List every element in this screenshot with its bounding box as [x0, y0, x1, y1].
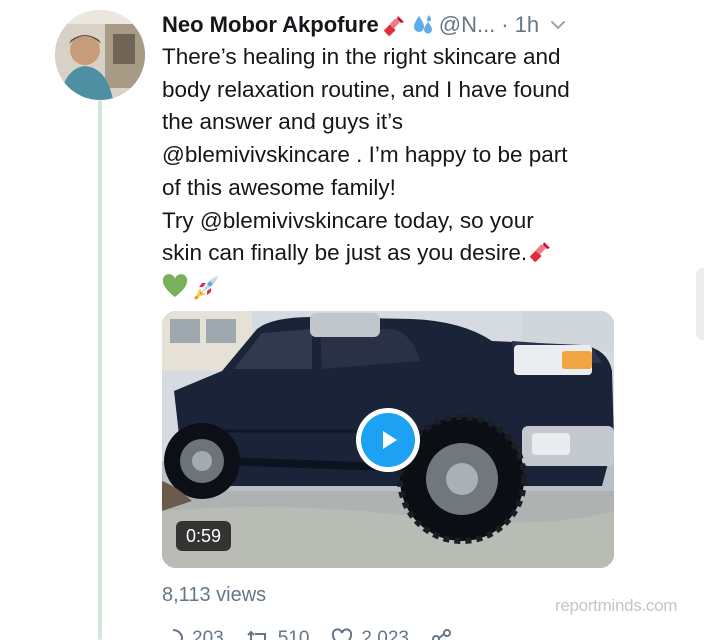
chevron-down-icon[interactable] [549, 16, 567, 34]
lipstick-icon [529, 239, 553, 263]
reply-icon [172, 629, 183, 640]
video-duration: 0:59 [176, 521, 232, 551]
sweat-droplets-icon [411, 13, 435, 37]
tweet-text-line: @blemivivskincare . I’m happy to be part [162, 142, 568, 168]
avatar[interactable] [55, 10, 145, 100]
tweet-text-line: body relaxation routine, and I have foun… [162, 76, 570, 102]
play-button[interactable] [356, 408, 420, 472]
heart-icon [332, 628, 353, 640]
retweet-icon [246, 630, 266, 640]
watermark: reportminds.com [555, 596, 678, 615]
tweet-text-line: the answer and guys it’s [162, 109, 403, 135]
rocket-icon [194, 276, 218, 300]
reply-button[interactable]: 203 [162, 628, 224, 640]
scroll-handle[interactable] [696, 268, 704, 340]
user-handle[interactable]: @N... [439, 12, 496, 38]
view-count: 8,113 views [162, 584, 267, 606]
green-heart-icon [162, 274, 188, 297]
emoji-row [162, 274, 220, 302]
thread-line [98, 100, 102, 640]
tweet-text-line: There’s healing in the right skincare an… [162, 44, 561, 69]
action-bar: 203 510 2,023 [162, 624, 483, 640]
share-button[interactable] [431, 628, 461, 640]
tweet-text-line: Try @blemivivskincare today, so your [162, 207, 534, 233]
timestamp[interactable]: 1h [515, 12, 539, 38]
like-count: 2,023 [361, 628, 409, 640]
lipstick-icon [383, 13, 407, 37]
play-icon [361, 413, 415, 467]
retweet-count: 510 [277, 628, 310, 640]
display-name[interactable]: Neo Mobor Akpofure [162, 12, 379, 38]
video-player[interactable]: 0:59 [162, 311, 614, 568]
tweet-text-line: skin can finally be just as you desire. [162, 237, 632, 270]
like-button[interactable]: 2,023 [331, 628, 409, 640]
share-icon [431, 629, 451, 640]
tweet-text-line: of this awesome family! [162, 174, 396, 200]
tweet-header: Neo Mobor Akpofure @N... · 1h [162, 8, 612, 42]
dot-separator: · [501, 12, 509, 37]
tweet-text-line-content: skin can finally be just as you desire. [162, 240, 528, 266]
reply-count: 203 [192, 628, 224, 640]
tweet-text: There’s healing in the right skincare an… [162, 41, 632, 270]
retweet-button[interactable]: 510 [246, 628, 310, 640]
